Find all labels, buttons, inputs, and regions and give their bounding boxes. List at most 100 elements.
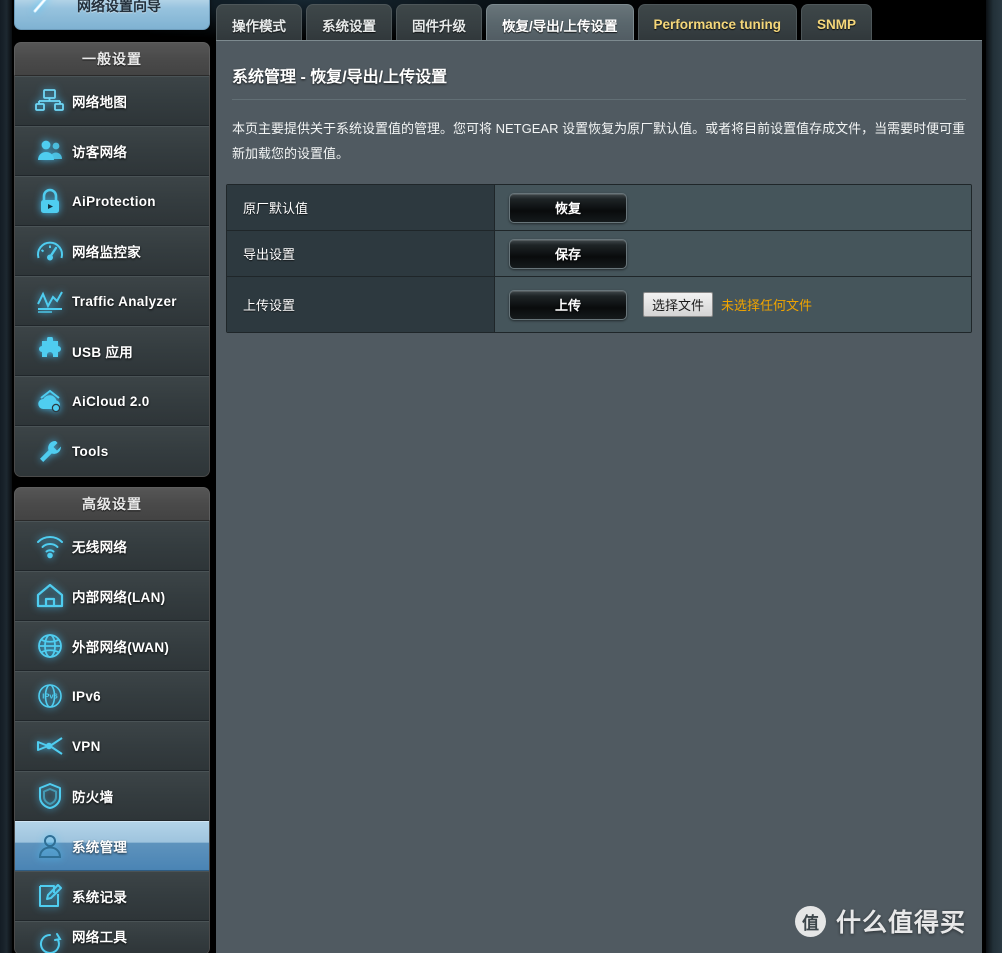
sidebar-item-firewall[interactable]: 防火墙 [15,771,209,821]
sidebar-section-title: 高级设置 [82,496,142,512]
sidebar-item-traffic-analyzer[interactable]: Traffic Analyzer [15,276,209,326]
sidebar: 网络设置向导 一般设置 网络地图 访客网络 AiProtection 网络监控家… [14,0,210,953]
row-label: 上传设置 [243,298,296,313]
sidebar-section-title: 一般设置 [82,51,142,67]
row-label: 导出设置 [243,247,296,262]
tab-label: Performance tuning [653,17,782,32]
row-label-cell: 上传设置 [227,277,495,332]
guest-network-icon [28,133,72,169]
sidebar-item-tools[interactable]: Tools [15,426,209,476]
sidebar-item-label: 系统记录 [72,890,128,905]
wand-icon [29,0,55,22]
right-edge-decoration [986,0,1002,953]
app-window: 网络设置向导 一般设置 网络地图 访客网络 AiProtection 网络监控家… [0,0,1002,953]
row-label: 原厂默认值 [243,201,309,216]
row-label-cell: 导出设置 [227,231,495,276]
restore-button[interactable]: 恢复 [509,192,627,223]
lock-icon [28,183,72,219]
ipv6-icon: IPv6 [28,678,72,714]
tab-snmp[interactable]: SNMP [801,4,873,44]
sidebar-item-label: 无线网络 [72,540,128,555]
sidebar-item-ipv6[interactable]: IPv6 IPv6 [15,671,209,721]
button-label: 保存 [554,247,581,262]
tab-label: 恢复/导出/上传设置 [502,18,618,34]
tab-firmware-upgrade[interactable]: 固件升级 [396,4,482,44]
content-panel: 系统管理 - 恢复/导出/上传设置 本页主要提供关于系统设置值的管理。您可将 N… [216,40,982,953]
tab-operation-mode[interactable]: 操作模式 [216,4,302,44]
sidebar-item-network-map[interactable]: 网络地图 [15,76,209,126]
sidebar-item-label: 网络设置向导 [77,0,161,14]
sidebar-item-network-tools[interactable]: 网络工具 [15,921,209,953]
sidebar-item-label: 网络监控家 [72,245,141,260]
home-icon [28,578,72,614]
sidebar-section-header: 高级设置 [14,487,210,521]
button-label: 上传 [554,298,581,313]
watermark-text: 什么值得买 [835,909,966,937]
row-label-cell: 原厂默认值 [227,185,495,230]
sidebar-item-label: USB 应用 [72,345,134,360]
log-edit-icon [28,878,72,914]
sidebar-item-label: 外部网络(WAN) [72,640,170,655]
sidebar-item-guest-network[interactable]: 访客网络 [15,126,209,176]
table-row: 导出设置 保存 [227,231,971,277]
sidebar-item-label: 内部网络(LAN) [72,590,166,605]
sidebar-item-administration[interactable]: 系统管理 [15,821,209,871]
sidebar-item-label: 系统管理 [72,840,128,855]
gauge-icon [28,233,72,269]
tab-label: 系统设置 [322,18,376,34]
watermark: 值 什么值得买 [794,903,966,939]
sidebar-item-label: Traffic Analyzer [72,293,177,309]
globe-icon [28,628,72,664]
row-control-cell: 保存 [495,231,971,276]
wifi-icon [28,528,72,564]
main-content: 操作模式 系统设置 固件升级 恢复/导出/上传设置 Performance tu… [216,0,982,953]
sidebar-item-label: VPN [72,738,101,754]
left-edge-decoration [0,0,12,953]
sidebar-item-label: 访客网络 [72,145,128,160]
sidebar-item-label: 防火墙 [72,790,114,805]
choose-file-button[interactable]: 选择文件 [643,292,714,317]
button-label: 恢复 [554,201,581,216]
puzzle-icon [28,333,72,369]
user-icon [28,828,72,864]
row-control-cell: 上传 选择文件 未选择任何文件 [495,277,971,332]
sidebar-section-general: 一般设置 网络地图 访客网络 AiProtection 网络监控家 Traffi… [14,42,210,477]
sidebar-item-vpn[interactable]: VPN [15,721,209,771]
sidebar-section-advanced: 高级设置 无线网络 内部网络(LAN) 外部网络(WAN) IPv6 IPv6 … [14,487,210,953]
sidebar-item-lan[interactable]: 内部网络(LAN) [15,571,209,621]
net-tools-icon [28,926,72,953]
watermark-logo-icon: 值 [794,905,826,937]
row-control-cell: 恢复 [495,185,971,230]
shield-icon [28,778,72,814]
sidebar-item-aiprotection[interactable]: AiProtection [15,176,209,226]
sidebar-item-wan[interactable]: 外部网络(WAN) [15,621,209,671]
save-button[interactable]: 保存 [509,238,627,269]
tab-bar: 操作模式 系统设置 固件升级 恢复/导出/上传设置 Performance tu… [216,0,876,44]
traffic-analyzer-icon [28,283,72,319]
network-map-icon [28,83,72,119]
tab-performance-tuning[interactable]: Performance tuning [637,4,798,44]
svg-text:IPv6: IPv6 [42,692,57,701]
wrench-icon [28,434,72,470]
sidebar-item-system-log[interactable]: 系统记录 [15,871,209,921]
tab-label: 固件升级 [412,18,466,34]
sidebar-item-wireless[interactable]: 无线网络 [15,521,209,571]
sidebar-item-label: AiProtection [72,193,156,209]
sidebar-item-label: IPv6 [72,688,101,704]
sidebar-item-label: 网络工具 [72,930,128,945]
tab-restore-save-upload[interactable]: 恢复/导出/上传设置 [486,4,634,44]
sidebar-item-aicloud[interactable]: AiCloud 2.0 [15,376,209,426]
sidebar-item-usb-application[interactable]: USB 应用 [15,326,209,376]
settings-table: 原厂默认值 恢复 导出设置 保存 上传设置 上传 选择文件 未选择任何文件 [226,184,972,333]
sidebar-item-label: 网络地图 [72,95,128,110]
sidebar-item-network-monitor[interactable]: 网络监控家 [15,226,209,276]
sidebar-section-items: 无线网络 内部网络(LAN) 外部网络(WAN) IPv6 IPv6 VPN 防… [14,521,210,953]
sidebar-section-items: 网络地图 访客网络 AiProtection 网络监控家 Traffic Ana… [14,76,210,477]
tab-system-settings[interactable]: 系统设置 [306,4,392,44]
table-row: 原厂默认值 恢复 [227,185,971,231]
file-input[interactable]: 选择文件 未选择任何文件 [643,292,812,317]
sidebar-item-network-setup-wizard[interactable]: 网络设置向导 [14,0,210,30]
upload-button[interactable]: 上传 [509,289,627,320]
page-description: 本页主要提供关于系统设置值的管理。您可将 NETGEAR 设置恢复为原厂默认值。… [232,121,966,161]
title-divider [232,99,966,100]
